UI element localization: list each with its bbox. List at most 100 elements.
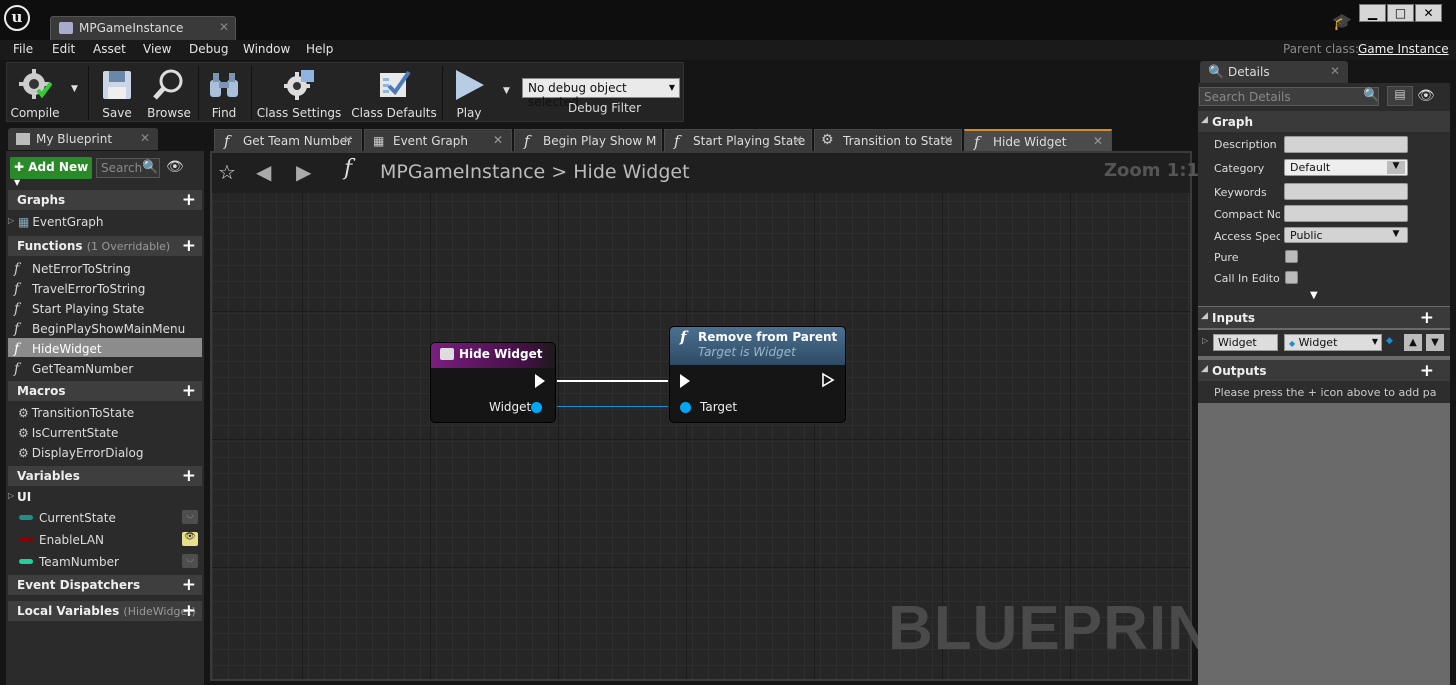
input-type-dropdown[interactable]: ◆ Widget ▼ (1284, 334, 1382, 351)
breadcrumb-blueprint[interactable]: MPGameInstance (380, 161, 545, 183)
local-variables-section-header[interactable]: Local Variables (HideWidget) + (8, 601, 202, 621)
close-tab-icon[interactable]: ✕ (793, 133, 803, 147)
find-button[interactable]: Find (202, 66, 246, 120)
variable-category-ui[interactable]: UI (17, 490, 31, 504)
play-options-chevron-icon[interactable]: ▼ (503, 86, 510, 96)
variable-item-teamnumber[interactable]: TeamNumber (19, 555, 119, 569)
add-output-plus-icon[interactable]: + (1420, 361, 1434, 381)
details-tab[interactable]: 🔍 Details ✕ (1200, 61, 1348, 83)
graphs-section-header[interactable]: Graphs + (8, 190, 202, 210)
graph-item-eventgraph[interactable]: ▦ EventGraph (18, 215, 104, 229)
tab-start-playing-state[interactable]: f Start Playing State ✕ (664, 129, 812, 151)
play-button[interactable]: Play (446, 66, 492, 120)
exec-out-pin[interactable] (821, 372, 835, 388)
function-item-travelerrortostring[interactable]: f TravelErrorToString (14, 281, 145, 297)
expand-arrow-icon[interactable]: ▷ (1202, 336, 1208, 345)
document-tab[interactable]: MPGameInstance ✕ (50, 16, 236, 40)
pure-checkbox[interactable] (1285, 250, 1298, 263)
access-specifier-dropdown[interactable]: Public ▼ (1284, 227, 1408, 243)
close-tab-icon[interactable]: ✕ (219, 20, 229, 34)
description-field[interactable] (1284, 136, 1408, 153)
expand-arrow-icon[interactable]: ▷ (8, 216, 14, 225)
add-input-plus-icon[interactable]: + (1420, 308, 1434, 328)
close-tab-icon[interactable]: ✕ (1330, 64, 1340, 78)
tab-get-team-number[interactable]: f Get Team Number ✕ (214, 129, 362, 151)
debug-object-dropdown[interactable]: No debug object selected ▼ (522, 78, 680, 109)
close-tab-icon[interactable]: ✕ (1093, 134, 1103, 148)
minimize-button[interactable]: ▁ (1359, 4, 1386, 22)
exec-out-pin[interactable] (535, 374, 545, 388)
visibility-eye-icon[interactable]: 👁 (1417, 88, 1435, 104)
close-tab-icon[interactable]: ✕ (493, 133, 503, 147)
visibility-eye-icon[interactable]: ◡ (182, 510, 198, 524)
function-item-beginplayshowmainmenu[interactable]: f BeginPlayShowMainMenu (14, 321, 185, 337)
forward-arrow-icon[interactable]: ▶ (296, 160, 311, 184)
add-variable-plus-icon[interactable]: + (182, 466, 196, 486)
my-blueprint-tab[interactable]: My Blueprint ✕ (8, 128, 158, 150)
macro-item-transitiontostate[interactable]: ⚙ TransitionToState (18, 406, 134, 420)
add-graph-plus-icon[interactable]: + (182, 190, 196, 210)
single-value-icon[interactable]: ◆ (1386, 336, 1393, 346)
macro-item-iscurrentstate[interactable]: ⚙ IsCurrentState (18, 426, 118, 440)
property-matrix-icon[interactable]: ▤ (1387, 86, 1413, 106)
visibility-eye-icon[interactable]: ◡ (182, 554, 198, 568)
keywords-field[interactable] (1284, 183, 1408, 200)
function-item-neterrortostring[interactable]: f NetErrorToString (14, 261, 131, 277)
menu-debug[interactable]: Debug (189, 42, 228, 56)
menu-view[interactable]: View (143, 42, 171, 56)
move-down-button[interactable]: ▼ (1426, 334, 1444, 351)
class-defaults-button[interactable]: Class Defaults (350, 66, 438, 120)
tab-hide-widget[interactable]: f Hide Widget ✕ (964, 129, 1112, 151)
compact-node-field[interactable] (1284, 205, 1408, 222)
learn-icon[interactable]: 🎓 (1332, 12, 1352, 31)
browse-button[interactable]: Browse (144, 66, 194, 120)
outputs-section-header[interactable]: ◢ Outputs + (1198, 360, 1450, 381)
class-settings-button[interactable]: Class Settings (256, 66, 342, 120)
close-tab-icon[interactable]: ✕ (343, 133, 353, 147)
visibility-eye-icon[interactable]: 👁 (166, 159, 184, 175)
move-up-button[interactable]: ▲ (1404, 334, 1422, 351)
menu-window[interactable]: Window (243, 42, 290, 56)
favorite-star-icon[interactable]: ☆ (218, 160, 236, 184)
compile-options-chevron-icon[interactable]: ▼ (71, 84, 78, 94)
menu-asset[interactable]: Asset (93, 42, 126, 56)
target-in-pin[interactable] (680, 402, 691, 413)
remove-from-parent-node[interactable]: f Remove from Parent Target is Widget (669, 326, 846, 423)
variables-section-header[interactable]: Variables + (8, 466, 202, 486)
function-item-getteamnumber[interactable]: f GetTeamNumber (14, 361, 133, 377)
tab-transition-to-state[interactable]: ⚙ Transition to State ✕ (814, 129, 962, 151)
add-function-plus-icon[interactable]: + (182, 236, 196, 256)
function-item-start-playing-state[interactable]: f Start Playing State (14, 301, 144, 317)
back-arrow-icon[interactable]: ◀ (256, 160, 271, 184)
breadcrumb-graph[interactable]: Hide Widget (573, 161, 689, 183)
variable-item-currentstate[interactable]: CurrentState (19, 511, 116, 525)
functions-section-header[interactable]: Functions (1 Overridable) + (8, 236, 202, 256)
tab-event-graph[interactable]: ▦ Event Graph ✕ (364, 129, 512, 151)
advanced-expand-arrow-icon[interactable]: ▼ (1310, 290, 1318, 301)
macros-section-header[interactable]: Macros + (8, 381, 202, 401)
add-new-button[interactable]: ✚ Add New ▼ (10, 157, 92, 187)
category-dropdown[interactable]: Default ▼ (1284, 159, 1408, 176)
add-dispatcher-plus-icon[interactable]: + (182, 575, 196, 595)
menu-edit[interactable]: Edit (52, 42, 75, 56)
graph-section-header[interactable]: ◢ Graph (1198, 111, 1450, 132)
compile-button[interactable]: Compile (9, 66, 61, 120)
call-in-editor-checkbox[interactable] (1285, 271, 1298, 284)
tab-begin-play-show[interactable]: f Begin Play Show M (514, 129, 662, 151)
function-item-hidewidget[interactable]: f HideWidget (14, 341, 102, 357)
visibility-eye-open-icon[interactable]: 👁 (182, 532, 198, 546)
close-tab-icon[interactable]: ✕ (140, 131, 150, 145)
macro-item-displayerrordialog[interactable]: ⚙ DisplayErrorDialog (18, 446, 143, 460)
menu-help[interactable]: Help (306, 42, 333, 56)
widget-out-pin[interactable] (531, 402, 542, 413)
menu-file[interactable]: File (13, 42, 33, 56)
variable-item-enablelan[interactable]: EnableLAN (19, 533, 104, 547)
inputs-section-header[interactable]: ◢ Inputs + (1198, 307, 1450, 328)
add-macro-plus-icon[interactable]: + (182, 381, 196, 401)
close-tab-icon[interactable]: ✕ (943, 133, 953, 147)
expand-arrow-icon[interactable]: ▷ (8, 491, 14, 500)
exec-in-pin[interactable] (680, 374, 690, 388)
event-dispatchers-section-header[interactable]: Event Dispatchers + (8, 575, 202, 595)
maximize-button[interactable]: □ (1387, 4, 1414, 22)
add-local-variable-plus-icon[interactable]: + (182, 601, 196, 621)
